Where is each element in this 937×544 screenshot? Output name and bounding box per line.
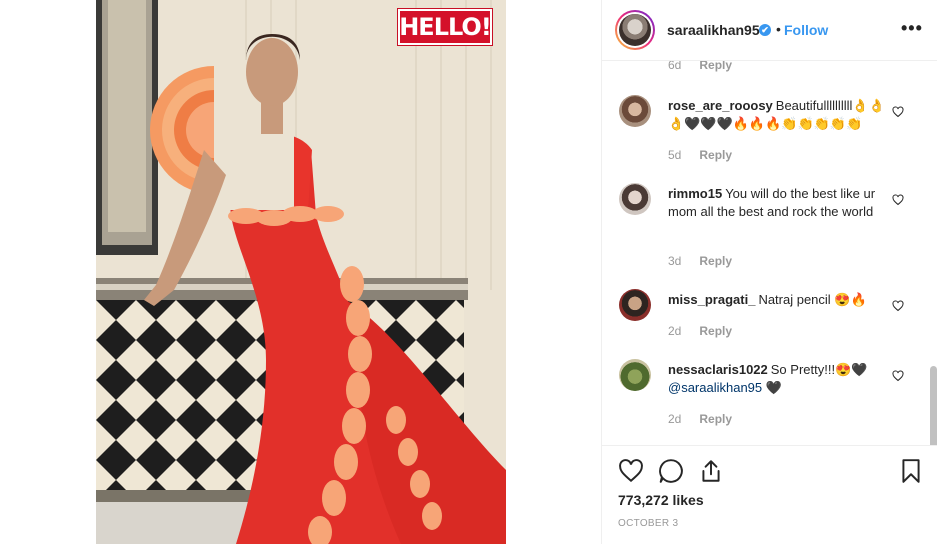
comment-age: 3d — [668, 254, 682, 268]
commenter-avatar[interactable] — [619, 183, 651, 215]
comment-body: Natraj pencil 😍🔥 — [758, 292, 867, 307]
comment-meta: 2d Reply — [668, 324, 732, 338]
comment-meta: 5d Reply — [668, 148, 732, 162]
author-avatar[interactable] — [615, 10, 655, 50]
header-separator: • — [776, 21, 781, 37]
avatar-image — [619, 14, 651, 46]
comment-meta: 2d Reply — [668, 412, 732, 426]
avatar-inner-ring — [617, 12, 653, 48]
post-photo-illustration — [96, 0, 506, 544]
commenter-username[interactable]: rose_are_rooosy — [668, 98, 773, 113]
reply-button[interactable]: Reply — [699, 61, 732, 72]
post-header: saraalikhan95 ✔ • Follow ••• — [602, 0, 937, 61]
save-bookmark-icon[interactable] — [898, 458, 924, 484]
reply-button[interactable]: Reply — [699, 412, 732, 426]
comments-scrollbar[interactable] — [930, 366, 937, 445]
author-username[interactable]: saraalikhan95 — [667, 22, 760, 38]
magazine-logo: HELLO! — [398, 9, 492, 45]
commenter-avatar[interactable] — [619, 289, 651, 321]
comment-age: 2d — [668, 324, 682, 338]
reply-button[interactable]: Reply — [699, 324, 732, 338]
comment-text: rimmo15 You will do the best like ur mom … — [668, 185, 888, 221]
reply-button[interactable]: Reply — [699, 148, 732, 162]
comments-list[interactable]: 6d Reply rose_are_rooosy Beautifulllllllll… — [602, 61, 937, 445]
comment-age: 6d — [668, 61, 682, 72]
likes-count[interactable]: 773,272 likes — [618, 492, 704, 508]
commenter-username[interactable]: rimmo15 — [668, 186, 722, 201]
comment-text: nessaclaris1022 So Pretty!!!😍🖤 @saraalikh… — [668, 361, 888, 397]
follow-button[interactable]: Follow — [784, 22, 828, 38]
comment-bubble-icon[interactable] — [658, 458, 684, 484]
more-options-icon[interactable]: ••• — [901, 18, 923, 39]
magazine-logo-text: HELLO! — [399, 13, 492, 41]
comment-like-heart-icon[interactable] — [892, 194, 904, 206]
comment-text: miss_pragati_ Natraj pencil 😍🔥 — [668, 291, 888, 309]
instagram-post-page: HELLO! saraalikhan95 ✔ • Follow ••• 6d Re… — [0, 0, 937, 544]
comment-mention-link[interactable]: @saraalikhan95 — [668, 380, 762, 395]
commenter-username[interactable]: miss_pragati_ — [668, 292, 755, 307]
partial-comment-meta: 6d Reply — [668, 61, 732, 72]
share-icon[interactable] — [698, 458, 724, 484]
verified-badge-icon: ✔ — [759, 24, 771, 36]
comment-body: So Pretty!!!😍🖤 — [770, 362, 868, 377]
comment-age: 5d — [668, 148, 682, 162]
post-photo[interactable]: HELLO! — [96, 0, 506, 544]
commenter-avatar[interactable] — [619, 359, 651, 391]
post-actions-bar: 773,272 likes OCTOBER 3 — [602, 445, 937, 544]
comment-like-heart-icon[interactable] — [892, 106, 904, 118]
like-heart-icon[interactable] — [618, 458, 644, 484]
comment-age: 2d — [668, 412, 682, 426]
comment-text: rose_are_rooosy Beautifullllllllll👌👌👌🖤🖤🖤🔥… — [668, 97, 888, 133]
commenter-avatar[interactable] — [619, 95, 651, 127]
reply-button[interactable]: Reply — [699, 254, 732, 268]
comment-meta: 3d Reply — [668, 254, 732, 268]
commenter-username[interactable]: nessaclaris1022 — [668, 362, 768, 377]
post-date: OCTOBER 3 — [618, 518, 679, 529]
post-side-panel: saraalikhan95 ✔ • Follow ••• 6d Reply ros… — [601, 0, 937, 544]
comment-body-end: 🖤 — [762, 380, 782, 395]
comment-like-heart-icon[interactable] — [892, 300, 904, 312]
comment-like-heart-icon[interactable] — [892, 370, 904, 382]
